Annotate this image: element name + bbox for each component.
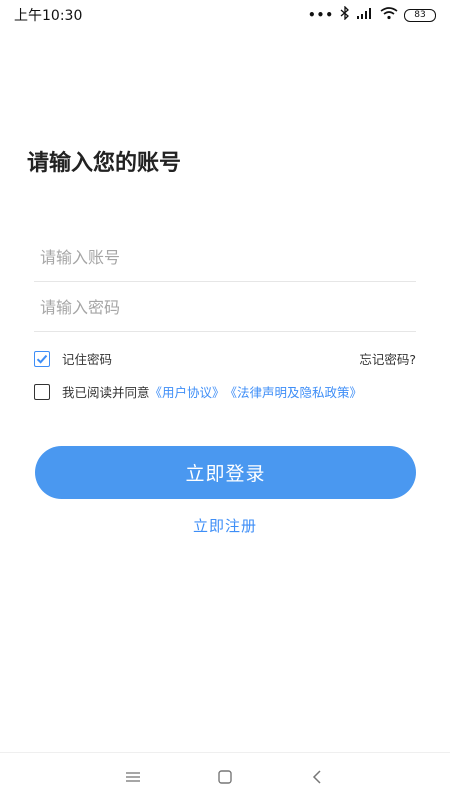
password-field-container (34, 284, 416, 332)
bluetooth-icon (340, 5, 350, 24)
account-field-container (34, 234, 416, 282)
page-title: 请输入您的账号 (27, 151, 182, 176)
agree-prefix: 我已阅读并同意 (62, 385, 150, 400)
status-time: 上午10:30 (14, 8, 83, 24)
remember-label: 记住密码 (62, 352, 113, 367)
status-bar: 上午10:30 ••• 83 (0, 0, 450, 30)
status-icons: ••• 83 (307, 5, 436, 24)
agreement-row: 我已阅读并同意 《用户协议》 《法律声明及隐私政策》 (34, 382, 416, 401)
register-link[interactable]: 立即注册 (0, 515, 450, 536)
account-input[interactable] (34, 234, 416, 281)
legal-policy-link[interactable]: 《法律声明及隐私政策》 (225, 382, 363, 401)
checkmark-icon (36, 354, 48, 364)
password-input[interactable] (34, 284, 416, 331)
user-agreement-link[interactable]: 《用户协议》 (150, 382, 225, 401)
menu-icon[interactable] (122, 766, 144, 788)
wifi-icon (380, 6, 398, 24)
more-dots-icon: ••• (307, 8, 334, 22)
agree-checkbox[interactable] (34, 383, 50, 400)
remember-row: 记住密码 忘记密码? (34, 349, 416, 368)
login-button[interactable]: 立即登录 (35, 446, 416, 499)
system-nav-bar (0, 752, 450, 800)
remember-checkbox[interactable] (34, 350, 50, 367)
remember-group: 记住密码 (34, 349, 112, 368)
forgot-password-link[interactable]: 忘记密码? (359, 349, 416, 368)
signal-icon (356, 7, 374, 23)
battery-icon: 83 (404, 8, 436, 22)
home-square-icon[interactable] (214, 766, 236, 788)
back-icon[interactable] (306, 766, 328, 788)
